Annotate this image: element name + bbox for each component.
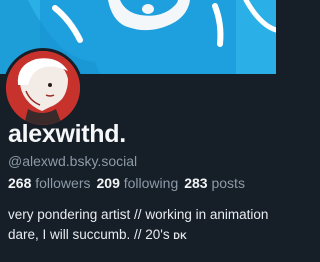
avatar[interactable] bbox=[3, 48, 83, 128]
profile-handle: @alexwd.bsky.social bbox=[8, 153, 138, 169]
followers-count: 268 bbox=[8, 175, 32, 191]
following-count: 209 bbox=[96, 175, 120, 191]
bio-line: very pondering artist // working in anim… bbox=[8, 207, 269, 222]
bio-line: dare, I will succumb. // 20's DK bbox=[8, 225, 276, 246]
posts-count: 283 bbox=[184, 175, 208, 191]
profile-stats: 268 followers 209 following 283 posts bbox=[8, 175, 245, 191]
user-avatar-image bbox=[6, 51, 80, 125]
profile-bio: very pondering artist // working in anim… bbox=[8, 205, 276, 246]
following-label: following bbox=[123, 175, 179, 191]
posts-stat: 283 posts bbox=[184, 175, 245, 191]
bio-tag: DK bbox=[173, 231, 188, 241]
bio-line-text: dare, I will succumb. // 20's bbox=[8, 227, 170, 242]
posts-label: posts bbox=[211, 175, 245, 191]
display-name: alexwithd. bbox=[8, 120, 126, 148]
followers-label: followers bbox=[35, 175, 91, 191]
following-link[interactable]: 209 following bbox=[97, 175, 179, 191]
followers-link[interactable]: 268 followers bbox=[8, 175, 91, 191]
